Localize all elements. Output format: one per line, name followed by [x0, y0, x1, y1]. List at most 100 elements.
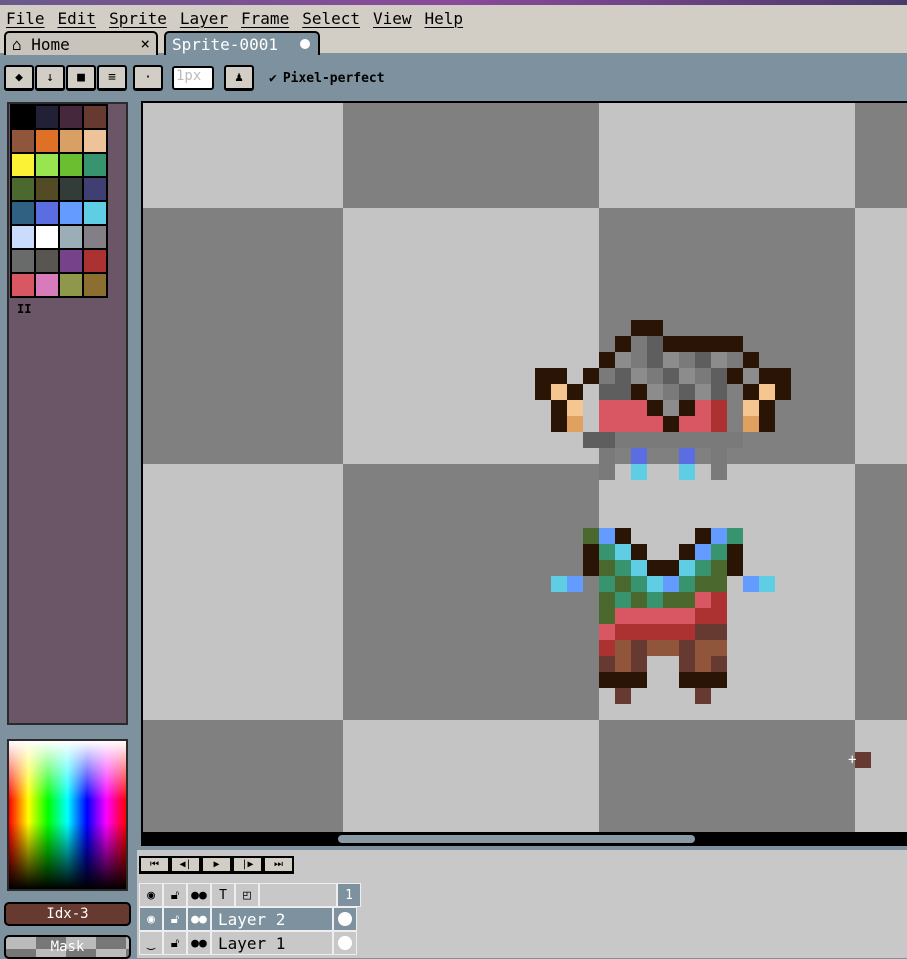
sprite-pixel [711, 528, 727, 544]
palette-swatch[interactable] [83, 153, 107, 177]
palette-swatch[interactable] [83, 105, 107, 129]
layer-row[interactable]: ◉ 🔓︎ ●● Layer 2 [139, 907, 357, 931]
first-frame-button[interactable]: ⏮ [139, 856, 170, 874]
palette-swatch[interactable] [35, 249, 59, 273]
sprite-pixel [599, 416, 615, 432]
tab-home[interactable]: ⌂ Home × [4, 31, 158, 55]
palette-swatch[interactable] [35, 153, 59, 177]
palette-swatch[interactable] [83, 273, 107, 297]
palette-swatch[interactable] [59, 201, 83, 225]
palette-swatch[interactable] [11, 225, 35, 249]
sprite-pixel [615, 592, 631, 608]
palette-swatch[interactable] [59, 249, 83, 273]
palette-swatch[interactable] [59, 153, 83, 177]
frame-icon[interactable]: ◰ [235, 883, 259, 907]
play-button[interactable]: ▶ [201, 856, 232, 874]
sprite-pixel [679, 576, 695, 592]
sprite-pixel [647, 608, 663, 624]
sprite-pixel [631, 368, 647, 384]
sprite-canvas[interactable]: + [141, 101, 907, 834]
palette-swatch[interactable] [59, 273, 83, 297]
sprite-pixel [695, 384, 711, 400]
tab-label: Home [31, 34, 70, 54]
palette-swatch[interactable] [83, 129, 107, 153]
palette-swatch[interactable] [11, 177, 35, 201]
layer-row[interactable]: ‿ 🔓︎ ●● Layer 1 [139, 931, 357, 955]
palette-swatch[interactable] [11, 105, 35, 129]
brush-type-button[interactable]: · [133, 65, 163, 91]
palette-swatch[interactable] [35, 129, 59, 153]
menu-file[interactable]: File [0, 9, 52, 28]
sprite-pixel [615, 688, 631, 704]
pin-icon[interactable]: T [211, 883, 235, 907]
lines-icon: ≡ [108, 70, 116, 85]
palette-swatch[interactable] [11, 129, 35, 153]
foreground-color-button[interactable]: Idx-3 [4, 902, 131, 926]
lock-icon[interactable]: 🔓︎ [163, 931, 187, 955]
sprite-pixel [695, 352, 711, 368]
eye-closed-icon[interactable]: ‿ [139, 931, 163, 955]
brush-size-input[interactable]: 1px [172, 66, 214, 90]
lock-icon[interactable]: 🔓︎ [163, 883, 187, 907]
scrollbar-thumb[interactable] [338, 835, 695, 843]
cel[interactable] [333, 931, 357, 955]
horizontal-scrollbar[interactable] [141, 832, 907, 846]
crosshair-cursor-icon: + [848, 752, 857, 768]
square-icon: ■ [77, 70, 85, 85]
menu-layer[interactable]: Layer [174, 9, 235, 28]
square-brush-button[interactable]: ■ [66, 65, 96, 91]
color-spectrum[interactable] [7, 739, 128, 891]
palette-swatch[interactable] [59, 129, 83, 153]
menu-view[interactable]: View [367, 9, 419, 28]
palette-swatch[interactable] [59, 105, 83, 129]
ink-button[interactable]: ♟ [224, 65, 254, 91]
cel[interactable] [333, 907, 357, 931]
eye-icon[interactable]: ◉ [139, 907, 163, 931]
menu-edit[interactable]: Edit [52, 9, 104, 28]
onion-icon[interactable]: ●● [187, 931, 211, 955]
modified-dot-icon[interactable] [300, 39, 310, 49]
mask-color-button[interactable]: Mask [4, 935, 131, 959]
prev-frame-button[interactable]: ◀| [170, 856, 201, 874]
menu-select[interactable]: Select [296, 9, 367, 28]
palette-swatch[interactable] [35, 177, 59, 201]
menu-frame[interactable]: Frame [235, 9, 296, 28]
pixel-perfect-checkbox[interactable]: ✔ [269, 71, 277, 86]
layer-name[interactable]: Layer 1 [211, 931, 333, 955]
palette-swatch[interactable] [83, 225, 107, 249]
palette-swatch[interactable] [35, 225, 59, 249]
palette-swatch[interactable] [83, 177, 107, 201]
palette-swatch[interactable] [11, 153, 35, 177]
onion-icon[interactable]: ●● [187, 883, 211, 907]
tab-sprite-0001[interactable]: Sprite-0001 [164, 31, 320, 55]
palette-swatch[interactable] [59, 225, 83, 249]
eye-icon[interactable]: ◉ [139, 883, 163, 907]
palette-swatch[interactable] [11, 249, 35, 273]
lines-button[interactable]: ≡ [97, 65, 127, 91]
arrow-down-button[interactable]: ↓ [35, 65, 65, 91]
menu-help[interactable]: Help [419, 9, 471, 28]
timeline-header: ◉ 🔓︎ ●● T ◰ 1 [139, 883, 361, 907]
palette-swatch[interactable] [35, 105, 59, 129]
palette-swatch[interactable] [83, 201, 107, 225]
next-frame-button[interactable]: |▶ [232, 856, 263, 874]
palette-swatch[interactable] [59, 177, 83, 201]
palette-swatch[interactable] [83, 249, 107, 273]
palette-swatch[interactable] [35, 273, 59, 297]
close-icon[interactable]: × [140, 34, 150, 53]
menu-sprite[interactable]: Sprite [103, 9, 174, 28]
sprite-pixel [647, 560, 663, 576]
onion-icon[interactable]: ●● [187, 907, 211, 931]
sprite-pixel [695, 608, 711, 624]
lock-icon[interactable]: 🔓︎ [163, 907, 187, 931]
frame-header-1[interactable]: 1 [337, 883, 361, 907]
sprite-pixel [711, 576, 727, 592]
palette-swatch[interactable] [11, 273, 35, 297]
layer-name[interactable]: Layer 2 [211, 907, 333, 931]
eraser-mode-button[interactable]: ◆ [4, 65, 34, 91]
sprite-pixel [567, 416, 583, 432]
palette-swatch[interactable] [35, 201, 59, 225]
palette-swatch[interactable] [11, 201, 35, 225]
last-frame-button[interactable]: ⏭ [263, 856, 294, 874]
sprite-pixel [647, 576, 663, 592]
